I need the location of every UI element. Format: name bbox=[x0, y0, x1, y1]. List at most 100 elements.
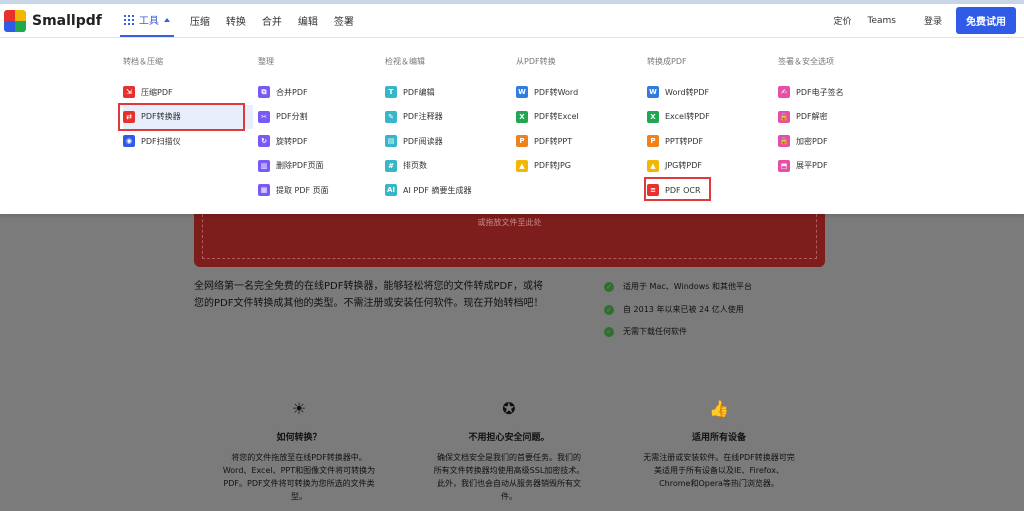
main-nav: 工具 压缩 转换 合并 编辑 签署 bbox=[119, 4, 354, 37]
sign-icon: ✍ bbox=[778, 86, 790, 99]
menu-item-label: JPG转PDF bbox=[665, 161, 702, 171]
menu-item[interactable]: P PDF转PPT bbox=[516, 129, 646, 154]
menu-item-label: Word转PDF bbox=[665, 87, 710, 97]
menu-item[interactable]: ▤ PDF阅读器 bbox=[385, 129, 515, 154]
menu-item[interactable]: # 排页数 bbox=[385, 154, 515, 179]
menu-item[interactable]: W Word转PDF bbox=[647, 80, 777, 105]
info-card-security: ✪ 不用担心安全问题。 确保文档安全是我们的首要任务。我们的 所有文件转换器均使用… bbox=[424, 398, 594, 503]
feature-label: 无需下载任何软件 bbox=[623, 327, 687, 336]
menu-item[interactable]: 🔒 加密PDF bbox=[778, 129, 908, 154]
menu-item[interactable]: ⬒ 展平PDF bbox=[778, 154, 908, 179]
excel-icon: X bbox=[516, 110, 528, 123]
menu-item-label: PDF转JPG bbox=[534, 161, 571, 171]
menu-column: 转档＆压缩 ⇲ 压缩PDF ⇄ PDF转换器 ◉ PDF扫描仪 bbox=[118, 56, 253, 154]
feature-label: 适用于 Mac、Windows 和其他平台 bbox=[623, 282, 752, 291]
menu-column-title: 转档＆压缩 bbox=[123, 57, 163, 66]
lock-icon: 🔒 bbox=[778, 135, 790, 148]
nav-edit[interactable]: 编辑 bbox=[298, 13, 318, 28]
pricing-link[interactable]: 定价 bbox=[833, 14, 851, 27]
menu-item[interactable]: W PDF转Word bbox=[516, 80, 646, 105]
info-card-devices: 👍 适用所有设备 无需注册或安装软件。在线PDF转换器可完 美适用于所有设备以及I… bbox=[634, 398, 804, 490]
menu-item[interactable]: ▲ JPG转PDF bbox=[647, 154, 777, 179]
card-description: 确保文档安全是我们的首要任务。我们的 所有文件转换器均使用高级SSL加密技术。 此外… bbox=[433, 453, 585, 501]
feature-item: ✓ 无需下载任何软件 bbox=[604, 326, 687, 337]
menu-item[interactable]: AI AI PDF 摘要生成器 bbox=[385, 178, 515, 203]
menu-column-title: 从PDF转换 bbox=[516, 57, 556, 66]
menu-item[interactable]: ⧉ 合并PDF bbox=[258, 80, 388, 105]
menu-item-label: PDF转Excel bbox=[534, 112, 579, 122]
merge-icon: ⧉ bbox=[258, 86, 270, 99]
menu-item-label: PPT转PDF bbox=[665, 136, 704, 146]
word-icon: W bbox=[647, 86, 659, 99]
excel-icon: X bbox=[647, 110, 659, 123]
menu-item-label: PDF分割 bbox=[276, 112, 308, 122]
menu-column: 签署＆安全选项 ✍ PDF电子签名 🔓 PDF解密 🔒 加密PDF ⬒ 展平PDF bbox=[778, 56, 908, 178]
menu-column: 检视＆编辑 T PDF编辑 ✎ PDF注释器 ▤ PDF阅读器 # 排页数 AI AI PDF 摘要… bbox=[385, 56, 515, 203]
nav-sign[interactable]: 签署 bbox=[334, 13, 354, 28]
menu-item[interactable]: ⇲ 压缩PDF bbox=[123, 80, 253, 105]
jpg-icon: ▲ bbox=[647, 159, 659, 172]
nav-merge[interactable]: 合并 bbox=[262, 13, 282, 28]
menu-item[interactable]: ⇄ PDF转换器 bbox=[118, 102, 253, 131]
card-title: 如何转换？ bbox=[276, 433, 322, 443]
menu-item-label: 提取 PDF 页面 bbox=[276, 185, 329, 195]
menu-item[interactable]: ✂ PDF分割 bbox=[258, 105, 388, 130]
jpg-icon: ▲ bbox=[516, 159, 528, 172]
menu-item[interactable]: ▦ 提取 PDF 页面 bbox=[258, 178, 388, 203]
menu-item-label: PDF编辑 bbox=[403, 87, 435, 97]
card-description: 将您的文件拖放至在线PDF转换器中。 Word、Excel、PPT和图像文件将可转… bbox=[222, 453, 376, 501]
split-icon: ✂ bbox=[258, 110, 270, 123]
apps-grid-icon bbox=[123, 14, 134, 25]
menu-item[interactable]: ✎ PDF注释器 bbox=[385, 105, 515, 130]
smallpdf-logo-icon bbox=[4, 9, 26, 32]
teams-link[interactable]: Teams bbox=[868, 16, 896, 26]
check-icon: ✓ bbox=[604, 326, 614, 337]
menu-item[interactable]: P PPT转PDF bbox=[647, 129, 777, 154]
file-drop-zone[interactable]: 或拖放文件至此处 bbox=[194, 214, 825, 267]
menu-column-title: 整理 bbox=[258, 57, 274, 66]
free-trial-button[interactable]: 免费试用 bbox=[956, 7, 1016, 34]
drop-zone-hint: 或拖放文件至此处 bbox=[477, 218, 542, 227]
extract-icon: ▦ bbox=[258, 184, 270, 197]
menu-column: 从PDF转换 W PDF转Word X PDF转Excel P PDF转PPT ▲ PDF转JP… bbox=[516, 56, 646, 178]
thumbs-up-icon: 👍 bbox=[709, 399, 729, 418]
menu-item-label: Excel转PDF bbox=[665, 112, 710, 122]
menu-item-label: 排页数 bbox=[403, 161, 427, 171]
card-title: 不用担心安全问题。 bbox=[468, 433, 550, 443]
menu-item[interactable]: ◉ PDF扫描仪 bbox=[123, 129, 253, 154]
menu-item[interactable]: ↻ 旋转PDF bbox=[258, 129, 388, 154]
caret-up-icon bbox=[163, 17, 170, 22]
brand-logo[interactable]: Smallpdf bbox=[4, 9, 102, 32]
menu-column: 转换成PDF W Word转PDF X Excel转PDF P PPT转PDF ▲ JPG转PD… bbox=[644, 56, 777, 203]
login-link[interactable]: 登录 bbox=[924, 14, 942, 27]
feature-item: ✓ 适用于 Mac、Windows 和其他平台 bbox=[604, 281, 752, 292]
tools-dropdown-panel: 转档＆压缩 ⇲ 压缩PDF ⇄ PDF转换器 ◉ PDF扫描仪 整理 ⧉ 合并PDF ✂ PDF分割 ↻… bbox=[0, 38, 1024, 214]
menu-item-label: PDF阅读器 bbox=[403, 136, 443, 146]
menu-item[interactable]: ▲ PDF转JPG bbox=[516, 154, 646, 179]
menu-column-title: 检视＆编辑 bbox=[385, 57, 425, 66]
nav-convert[interactable]: 转换 bbox=[226, 13, 246, 28]
menu-item[interactable]: ▥ 删除PDF页面 bbox=[258, 154, 388, 179]
menu-item[interactable]: X Excel转PDF bbox=[647, 105, 777, 130]
tools-menu-button[interactable]: 工具 bbox=[119, 4, 174, 37]
menu-item-label: AI PDF 摘要生成器 bbox=[403, 185, 472, 195]
menu-item[interactable]: ≡ PDF OCR bbox=[644, 177, 777, 203]
selection-highlight bbox=[118, 102, 245, 131]
tools-label: 工具 bbox=[138, 16, 159, 27]
menu-item[interactable]: X PDF转Excel bbox=[516, 105, 646, 130]
menu-column-title: 签署＆安全选项 bbox=[778, 57, 834, 66]
menu-item[interactable]: T PDF编辑 bbox=[385, 80, 515, 105]
badge-icon: ✪ bbox=[502, 399, 516, 418]
menu-item[interactable]: 🔓 PDF解密 bbox=[778, 105, 908, 130]
menu-item-label: 合并PDF bbox=[276, 87, 308, 97]
annotate-icon: ✎ bbox=[385, 110, 397, 123]
menu-item-label: PDF转PPT bbox=[534, 136, 573, 146]
delete-icon: ▥ bbox=[258, 159, 270, 172]
selection-highlight bbox=[644, 177, 711, 201]
menu-item[interactable]: ✍ PDF电子签名 bbox=[778, 80, 908, 105]
page-number-icon: # bbox=[385, 159, 397, 172]
nav-compress[interactable]: 压缩 bbox=[190, 13, 210, 28]
menu-column: 整理 ⧉ 合并PDF ✂ PDF分割 ↻ 旋转PDF ▥ 删除PDF页面 ▦ 提取 PDF 页面 bbox=[258, 56, 388, 203]
ppt-icon: P bbox=[516, 135, 528, 148]
ppt-icon: P bbox=[647, 135, 659, 148]
